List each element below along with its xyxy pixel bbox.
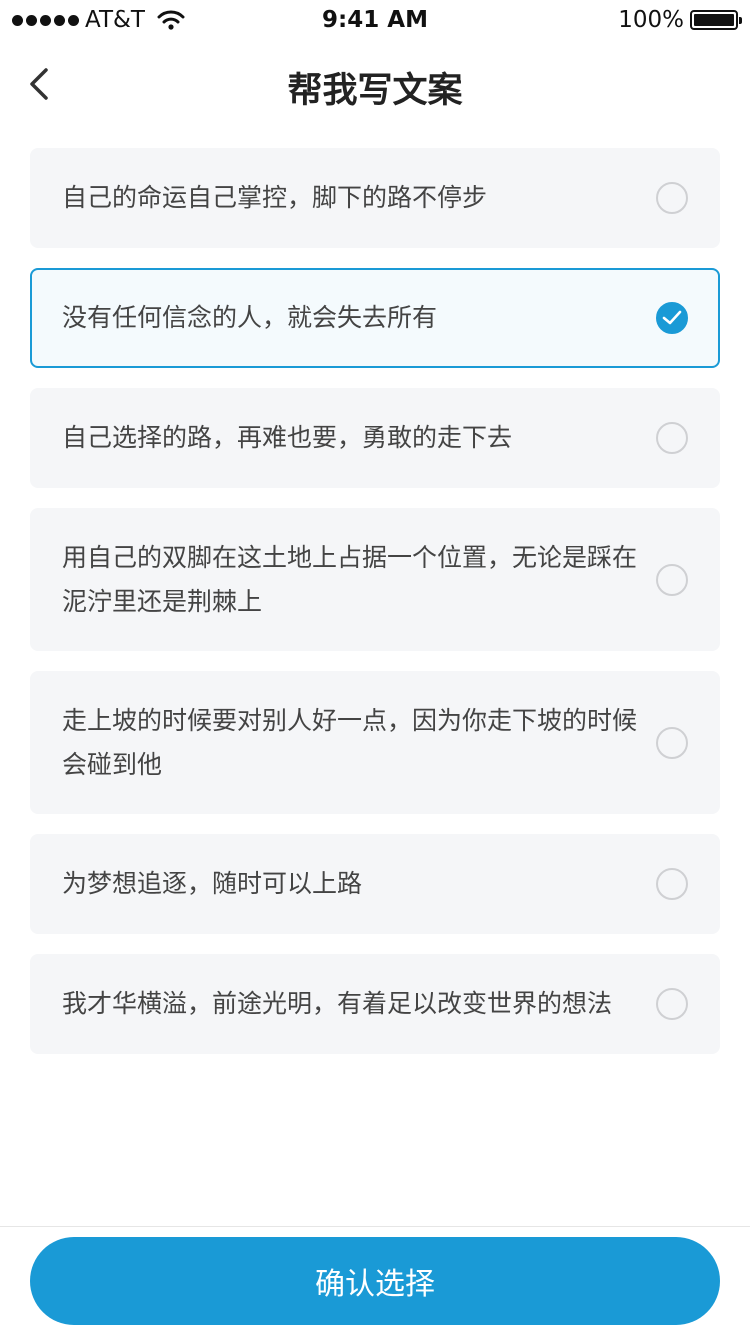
radio-unchecked-icon[interactable] [656,422,688,454]
status-right: 100% [618,7,742,33]
option-text: 我才华横溢，前途光明，有着足以改变世界的想法 [62,989,613,1018]
option-item[interactable]: 我才华横溢，前途光明，有着足以改变世界的想法 [30,954,720,1054]
status-bar: AT&T 9:41 AM 100% [0,0,750,40]
footer-bar: 确认选择 [0,1226,750,1334]
nav-bar: 帮我写文案 [0,40,750,130]
page-title: 帮我写文案 [287,71,463,111]
option-text: 没有任何信念的人，就会失去所有 [62,303,438,332]
option-text: 走上坡的时候要对别人好一点，因为你走下坡的时候会碰到他 [62,705,638,779]
option-text: 自己选择的路，再难也要，勇敢的走下去 [62,423,513,452]
radio-unchecked-icon[interactable] [656,988,688,1020]
radio-unchecked-icon[interactable] [656,726,688,759]
copywriting-options-list: 自己的命运自己掌控，脚下的路不停步 没有任何信念的人，就会失去所有 自己选择的路… [30,148,720,1074]
battery-icon [690,10,742,30]
option-item[interactable]: 没有任何信念的人，就会失去所有 [30,268,720,368]
option-item[interactable]: 用自己的双脚在这土地上占据一个位置，无论是踩在泥泞里还是荆棘上 [30,508,720,651]
signal-icon [12,14,79,26]
status-left: AT&T [12,7,185,33]
carrier-label: AT&T [85,7,145,33]
radio-unchecked-icon[interactable] [656,868,688,900]
checkmark-icon [662,310,682,325]
confirm-selection-button[interactable]: 确认选择 [30,1237,720,1325]
wifi-icon [157,10,185,30]
option-item[interactable]: 为梦想追逐，随时可以上路 [30,834,720,934]
option-text: 自己的命运自己掌控，脚下的路不停步 [62,183,488,212]
radio-unchecked-icon[interactable] [656,182,688,214]
radio-unchecked-icon[interactable] [656,563,688,596]
option-item[interactable]: 自己的命运自己掌控，脚下的路不停步 [30,148,720,248]
option-item[interactable]: 走上坡的时候要对别人好一点，因为你走下坡的时候会碰到他 [30,671,720,814]
battery-percent: 100% [618,7,684,33]
option-text: 用自己的双脚在这土地上占据一个位置，无论是踩在泥泞里还是荆棘上 [62,542,638,616]
option-item[interactable]: 自己选择的路，再难也要，勇敢的走下去 [30,388,720,488]
radio-checked-icon[interactable] [656,302,688,334]
option-text: 为梦想追逐，随时可以上路 [62,869,363,898]
